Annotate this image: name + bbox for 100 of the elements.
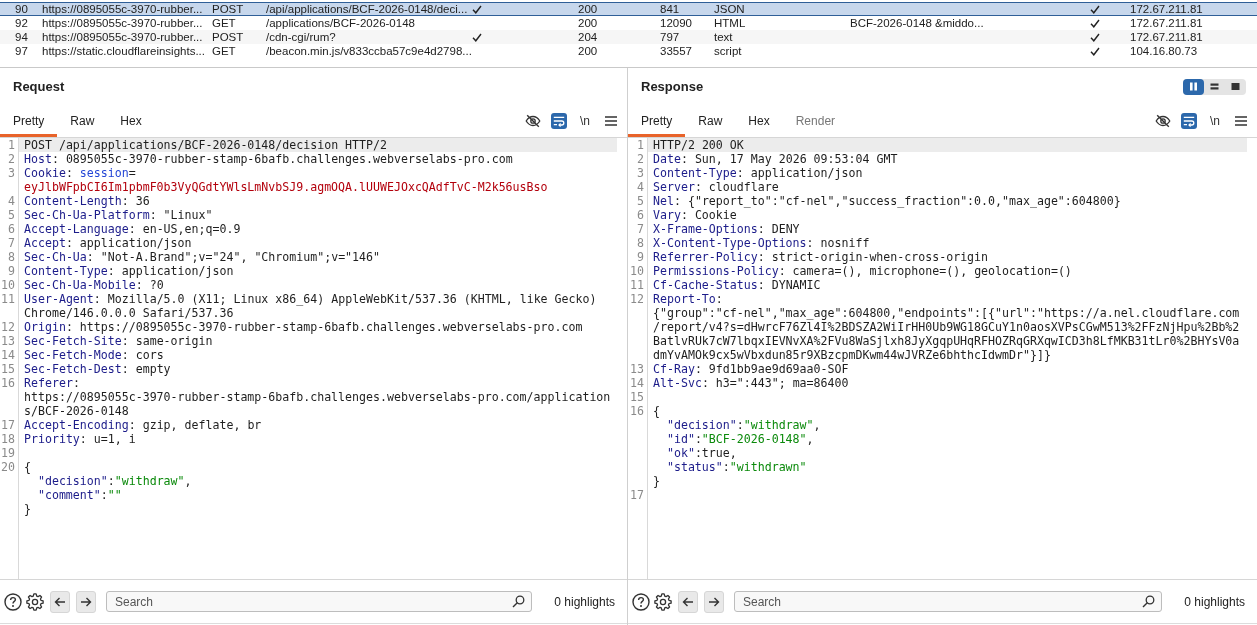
tab[interactable]: Raw [685,105,736,137]
code-line: Vary: Cookie [652,208,738,222]
table-cell: HTML [714,16,746,30]
code-line: Sec-Ch-Ua: "Not-A.Brand";v="24", "Chromium";v="146" [23,250,381,264]
table-cell: 204 [578,30,598,44]
arrow-left-icon [682,595,694,608]
menu-button[interactable] [603,113,619,129]
table-cell: 33557 [660,44,692,58]
text-wrap-icon [1183,115,1195,127]
code-line: Accept: application/json [23,236,193,250]
square-icon [1231,82,1240,91]
newline-toggle[interactable]: \n [1207,113,1223,129]
code-line: Report-To: {"group":"cf-nel","max_age":604800,"endpoints":[{"url":"https://a.nel.cloudflare.com/report/v4?s=dHwrcF76Zl4I%2BDSZA2WiIrHH0Ub9WG18GCuY1n0aosXVPsCGwM513%2FFzNjHpu%2Bb%2BatlvRUk7cW7lbqxIEVNvXA%2FVu8WaSjlxh8JyXgqpUHqRFHOZRqGRXqwICD3h8LfMKB31tLr0%2BHYsV0admYvAMOk9cx5wVbxdun85r9XBzcpmDKwm44wJVRZe6bhthcIdwmDr"}]} [652,292,1241,362]
newline-toggle[interactable]: \n [577,113,593,129]
line-number: 1 [7,138,16,152]
search-field[interactable]: Search [734,591,1163,612]
search-field[interactable]: Search [106,591,533,612]
code-line: Sec-Fetch-Site: same-origin [23,334,214,348]
line-number: 12 [0,320,16,334]
arrow-right-icon [708,595,720,608]
table-cell: GET [212,16,236,30]
line-number: 19 [0,446,16,460]
back-button[interactable] [678,590,698,613]
line-number: 7 [636,222,645,236]
line-number: 13 [0,334,16,348]
code-line: Host: 0895055c-3970-rubber-stamp-6bafb.challenges.webverselabs-pro.com [23,152,514,166]
table-cell: https://0895055c-3970-rubber... [42,16,203,30]
line-number: 15 [0,362,16,376]
table-cell: /applications/BCF-2026-0148 [266,16,415,30]
line-number: 6 [7,222,16,236]
table-cell: 97 [15,44,28,58]
table-cell: GET [212,44,236,58]
table-row[interactable]: 90 https://0895055c-3970-rubber... POST /api/applications/BCF-2026-0148/deci... 200 841 JSON 172.67.211.81 [0,2,1257,16]
line-number: 7 [7,236,16,250]
code-line: X-Content-Type-Options: nosniff [652,236,871,250]
code-line: Accept-Encoding: gzip, deflate, br [23,418,263,432]
line-number: 20 [0,460,16,476]
help-icon[interactable] [4,592,22,611]
line-number: 6 [636,208,645,222]
code-line: Referrer-Policy: strict-origin-when-cross-origin [652,250,990,264]
table-cell: /cdn-cgi/rum? [266,30,336,44]
menu-icon [605,116,617,126]
menu-icon [1235,116,1247,126]
help-icon[interactable] [632,592,650,611]
code-line: Permissions-Policy: camera=(), microphone=(), geolocation=() [652,264,1073,278]
settings-icon[interactable] [654,592,672,611]
code-line: Content-Type: application/json [652,166,864,180]
wrap-toggle[interactable] [1181,113,1197,129]
table-cell: 104.16.80.73 [1130,44,1198,58]
code-line: Sec-Fetch-Mode: cors [23,348,165,362]
table-cell: 172.67.211.81 [1130,30,1203,44]
table-row[interactable]: 94 https://0895055c-3970-rubber... POST /cdn-cgi/rum? 204 797 text 172.67.211.81 [0,30,1257,44]
table-cell: POST [212,2,244,16]
tab[interactable]: Raw [57,105,108,137]
menu-button[interactable] [1233,113,1249,129]
forward-button[interactable] [76,590,96,613]
table-cell: https://static.cloudflareinsights... [42,44,205,58]
line-number: 10 [629,264,645,278]
forward-button[interactable] [704,590,724,613]
tab[interactable]: Hex [107,105,155,137]
table-cell: 12090 [660,16,692,30]
code-line: Cookie: session= eyJlbWFpbCI6Im1pbmF0b3VyQGdtYWlsLmNvbSJ9.agmOQA.lUUWEJOxcQAdfTvC-M2k56usBso [23,166,549,194]
search-icon [1142,595,1156,608]
layout-button[interactable] [1183,78,1204,95]
line-number: 10 [0,278,16,292]
settings-icon[interactable] [26,592,44,611]
line-number: 4 [636,180,645,194]
visibility-toggle[interactable] [1155,113,1171,129]
line-number: 3 [636,166,645,180]
line-number: 16 [629,404,645,420]
code-line: Accept-Language: en-US,en;q=0.9 [23,222,242,236]
table-row[interactable]: 92 https://0895055c-3970-rubber... GET /applications/BCF-2026-0148 200 12090 HTML BCF-2026-0148 &middo... 172.67.211.81 [0,16,1257,30]
code-line: Date: Sun, 17 May 2026 09:53:04 GMT [652,152,899,166]
line-number: 5 [636,194,645,208]
rows-icon [1210,82,1219,91]
line-number: 3 [7,166,16,182]
table-cell: /api/applications/BCF-2026-0148/deci... [266,2,468,16]
code-line: Sec-Ch-Ua-Mobile: ?0 [23,278,165,292]
columns-icon [1189,82,1198,91]
tab[interactable]: Hex [735,105,783,137]
line-number: 18 [0,432,16,446]
line-number: 13 [629,362,645,376]
wrap-toggle[interactable] [551,113,567,129]
table-cell: POST [212,30,244,44]
table-cell: text [714,30,733,44]
arrow-left-icon [54,595,66,608]
code-line: Sec-Fetch-Dest: empty [23,362,172,376]
code-line: Server: cloudflare [652,180,780,194]
table-cell: /beacon.min.js/v833ccba57c9e4d2798... [266,44,472,58]
visibility-toggle[interactable] [525,113,541,129]
table-cell: JSON [714,2,745,16]
line-number: 16 [0,376,16,392]
search-icon [512,595,526,608]
back-button[interactable] [50,590,70,613]
table-cell: script [714,44,742,58]
table-cell: BCF-2026-0148 &middo... [850,16,984,30]
table-row[interactable]: 97 https://static.cloudflareinsights... GET /beacon.min.js/v833ccba57c9e4d2798... 200 33557 script 104.16.80.73 [0,44,1257,58]
table-cell: 172.67.211.81 [1130,16,1203,30]
line-number: 11 [0,292,16,308]
arrow-right-icon [80,595,92,608]
